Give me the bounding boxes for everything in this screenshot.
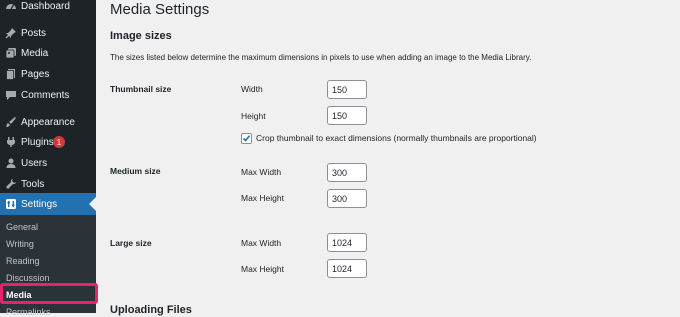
submenu-reading[interactable]: Reading <box>6 256 40 266</box>
plugin-icon <box>5 136 17 148</box>
submenu-writing[interactable]: Writing <box>6 239 34 249</box>
medium-height-input[interactable] <box>327 189 367 208</box>
menu-tools[interactable]: Tools <box>0 173 96 195</box>
thumbnail-height-label: Height <box>241 111 266 121</box>
dashboard-icon <box>5 0 17 12</box>
image-sizes-description: The sizes listed below determine the max… <box>110 53 532 62</box>
menu-media-label: Media <box>21 47 49 59</box>
brush-icon <box>5 116 17 128</box>
medium-height-label: Max Height <box>241 193 284 203</box>
pin-icon <box>5 27 17 39</box>
media-icon <box>5 47 17 59</box>
medium-width-input[interactable] <box>327 163 367 182</box>
users-icon <box>5 157 17 169</box>
comments-icon <box>5 89 17 101</box>
menu-tools-label: Tools <box>21 178 45 190</box>
medium-size-label: Medium size <box>110 166 161 176</box>
menu-appearance-label: Appearance <box>21 116 75 128</box>
thumbnail-height-input[interactable] <box>327 106 367 125</box>
menu-settings[interactable]: Settings <box>0 193 96 215</box>
menu-plugins-label: Plugins <box>21 136 54 148</box>
menu-settings-label: Settings <box>21 198 58 210</box>
large-width-input[interactable] <box>327 233 367 252</box>
page-title: Media Settings <box>110 1 210 18</box>
menu-posts[interactable]: Posts <box>0 22 96 44</box>
menu-media[interactable]: Media <box>0 42 96 64</box>
menu-comments-label: Comments <box>21 89 70 101</box>
thumbnail-width-input[interactable] <box>327 80 367 99</box>
submenu-discussion[interactable]: Discussion <box>6 273 50 283</box>
menu-posts-label: Posts <box>21 27 47 39</box>
menu-appearance[interactable]: Appearance <box>0 111 96 133</box>
media-highlight-box <box>0 283 98 304</box>
menu-pages-label: Pages <box>21 68 50 80</box>
section-image-sizes: Image sizes <box>110 30 172 42</box>
crop-thumbnail-checkbox[interactable] <box>241 133 252 144</box>
crop-thumbnail-label: Crop thumbnail to exact dimensions (norm… <box>256 133 537 143</box>
medium-width-label: Max Width <box>241 167 282 177</box>
thumbnail-width-label: Width <box>241 84 263 94</box>
pages-icon <box>5 68 17 80</box>
menu-pages[interactable]: Pages <box>0 63 96 85</box>
admin-sidebar: Dashboard Posts Media Pages Comments App… <box>0 0 98 317</box>
thumbnail-size-label: Thumbnail size <box>110 84 172 94</box>
menu-dashboard-label: Dashboard <box>21 0 70 12</box>
large-height-label: Max Height <box>241 264 284 274</box>
checkmark-icon <box>242 135 251 142</box>
menu-comments[interactable]: Comments <box>0 84 96 106</box>
wrench-icon <box>5 178 17 190</box>
large-size-label: Large size <box>110 238 152 248</box>
menu-dashboard[interactable]: Dashboard <box>0 0 96 17</box>
submenu-general[interactable]: General <box>6 222 38 232</box>
plugin-update-badge: 1 <box>53 136 65 148</box>
menu-plugins[interactable]: Plugins 1 <box>0 131 96 153</box>
large-width-label: Max Width <box>241 238 282 248</box>
large-height-input[interactable] <box>327 259 367 278</box>
settings-icon <box>5 198 17 210</box>
submenu-permalinks[interactable]: Permalinks <box>6 307 51 317</box>
menu-users-label: Users <box>21 157 48 169</box>
menu-users[interactable]: Users <box>0 152 96 174</box>
section-uploading-files: Uploading Files <box>110 304 192 316</box>
